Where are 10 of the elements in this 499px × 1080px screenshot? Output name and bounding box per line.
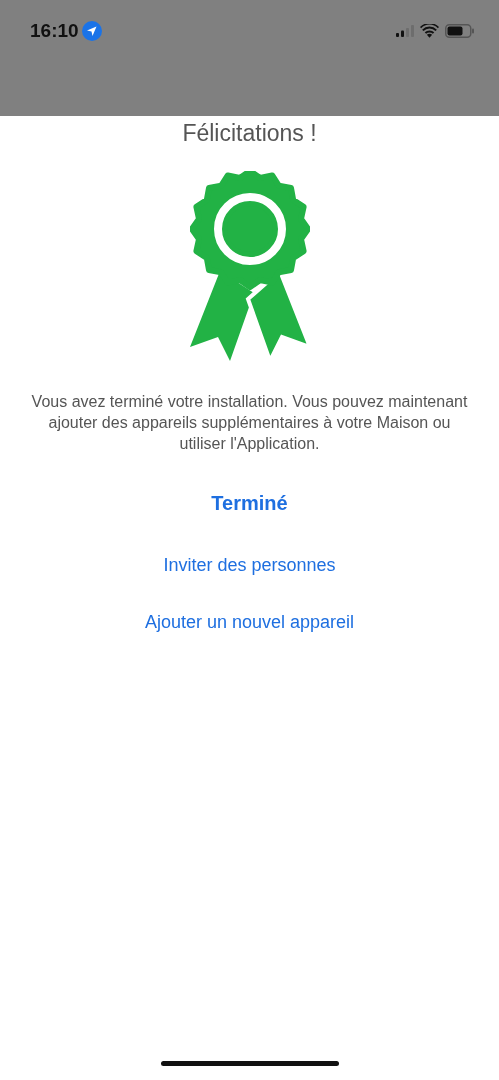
- clock-time: 16:10: [30, 20, 79, 42]
- signal-icon: [396, 25, 414, 37]
- award-ribbon-icon: [189, 171, 310, 363]
- page-title: Félicitations !: [182, 120, 317, 147]
- message-text: Vous avez terminé votre installation. Vous pouvez maintenant ajouter des appareils supplémentaires à votre Maison ou utiliser l'Application.: [30, 392, 469, 454]
- link-button[interactable]: Ajouter un nouvel appareil: [136, 608, 363, 637]
- done-button[interactable]: Terminé: [203, 488, 296, 519]
- link-button[interactable]: Inviter des personnes: [155, 551, 344, 580]
- wifi-icon: [420, 24, 439, 38]
- battery-icon: [445, 24, 475, 38]
